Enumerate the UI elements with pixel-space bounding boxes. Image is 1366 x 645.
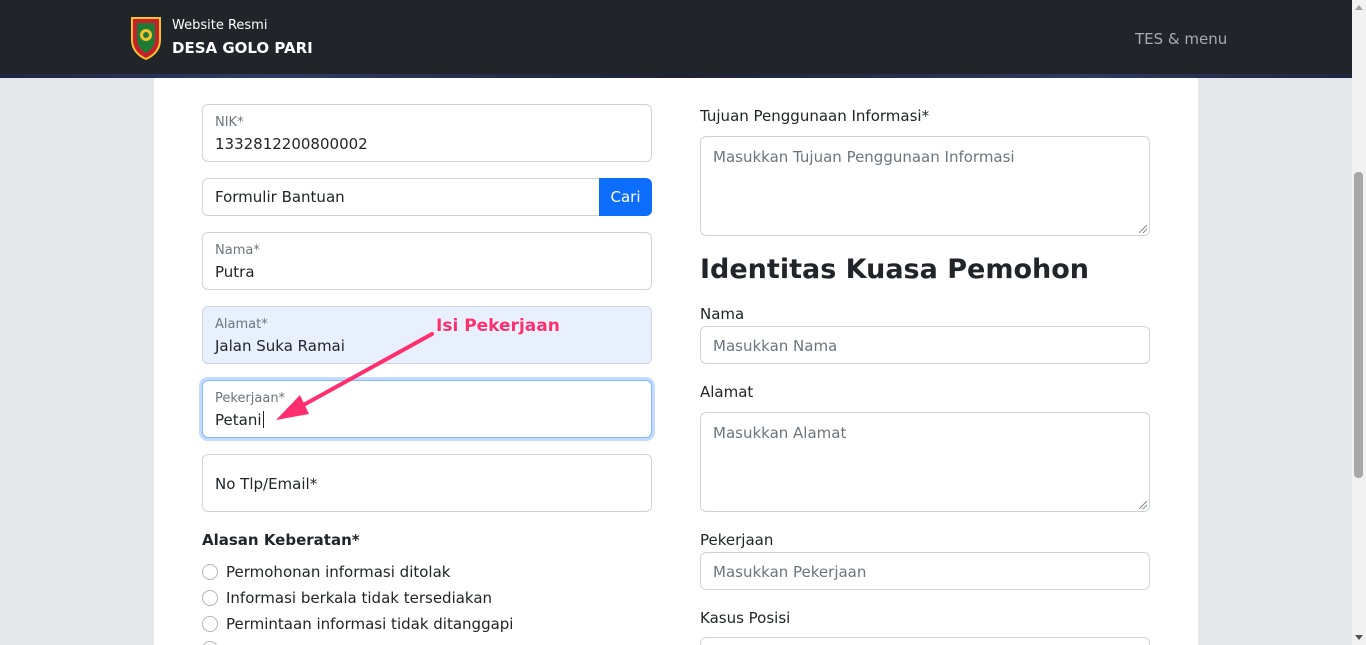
page-scrollbar[interactable] — [1352, 0, 1366, 645]
scroll-down-icon[interactable] — [1355, 635, 1363, 640]
scroll-thumb[interactable] — [1354, 172, 1363, 478]
scroll-up-icon[interactable] — [1355, 5, 1363, 10]
annotation-label: Isi Pekerjaan — [436, 316, 560, 336]
annotation-arrow-icon — [276, 332, 434, 420]
